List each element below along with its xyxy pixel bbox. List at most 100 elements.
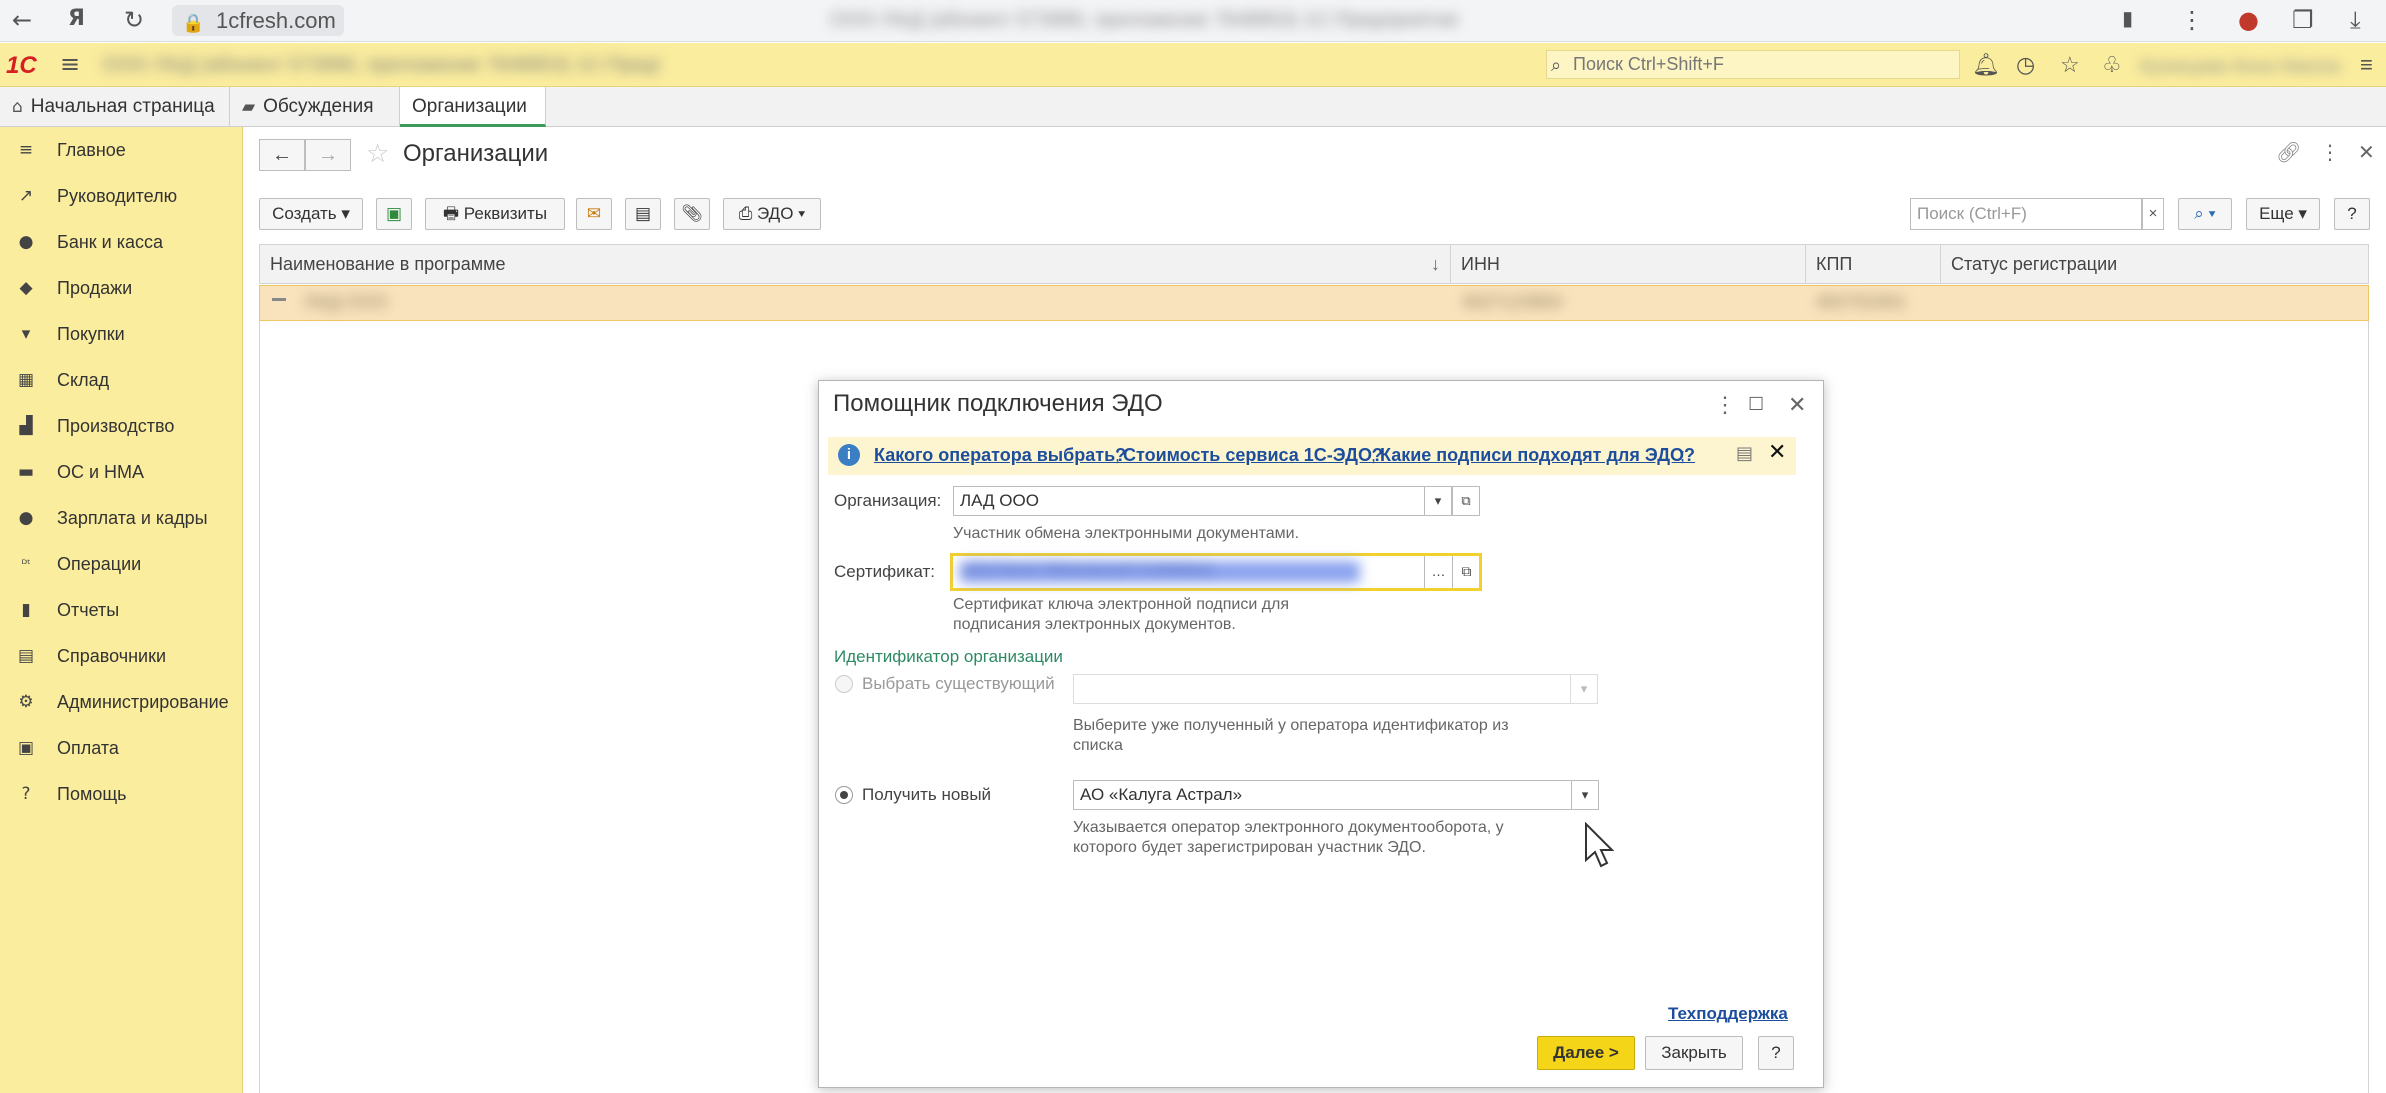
attach-button[interactable]: 📎︎ — [674, 198, 710, 230]
cert-select-icon[interactable]: … — [1424, 556, 1452, 588]
radio-new[interactable] — [835, 786, 853, 804]
email-button[interactable]: ✉ — [576, 198, 612, 230]
bell-icon[interactable]: 🔔︎ — [1972, 52, 2000, 78]
list-icon[interactable]: ▤ — [1736, 443, 1753, 464]
collections-icon[interactable]: ❐ — [2292, 6, 2314, 34]
cert-label: Сертификат: — [834, 562, 935, 581]
address-bar[interactable]: 🔒 1cfresh.com — [172, 5, 344, 36]
sidebar-item-warehouse[interactable]: ▦ Склад — [0, 361, 243, 399]
history-icon[interactable]: ◷ — [2016, 52, 2035, 78]
back-arrow-icon[interactable]: ← — [12, 6, 32, 34]
envelope-icon: ✉ — [586, 204, 602, 223]
org-select[interactable]: ЛАД ООО — [953, 486, 1425, 516]
sidebar-item-production[interactable]: ▟ Производство — [0, 407, 243, 445]
table-search-input[interactable]: Поиск (Ctrl+F) — [1910, 198, 2142, 230]
book-icon: ▤ — [17, 646, 35, 666]
sidebar-item-purchases[interactable]: ▾ Покупки — [0, 315, 243, 353]
table-row[interactable]: ЛАД ООО 4027123954 402701001 — [259, 285, 2369, 321]
sidebar-item-reports[interactable]: ▮ Отчеты — [0, 591, 243, 629]
tab-discussions[interactable]: ▰ Обсуждения — [230, 87, 400, 127]
list-button[interactable]: ▤ — [625, 198, 661, 230]
close-button[interactable]: Закрыть — [1645, 1036, 1743, 1070]
close-icon[interactable]: ✕ — [2358, 140, 2375, 164]
org-label: Организация: — [834, 491, 942, 510]
sidebar-item-assets[interactable]: ▬ ОС и НМА — [0, 453, 243, 491]
window-title: ООО ЛАД (абонент 573990, приложение 7648… — [830, 9, 1459, 31]
reload-icon[interactable]: ↻ — [124, 6, 144, 34]
chat-icon: ▰ — [242, 97, 256, 117]
download-icon[interactable]: ⤓ — [2350, 6, 2361, 34]
dialog-more-icon[interactable]: ⋮ — [1714, 392, 1736, 418]
org-open-icon[interactable]: ⧉ — [1452, 486, 1480, 516]
dialog-help-button[interactable]: ? — [1758, 1036, 1794, 1070]
more-vertical-icon[interactable]: ⋮ — [2320, 140, 2340, 164]
add-copy-button[interactable]: ▣ — [376, 198, 412, 230]
menu-icon: ≡ — [18, 140, 34, 160]
bookmark-icon[interactable]: ▮ — [2122, 6, 2133, 30]
favorite-star-icon[interactable]: ☆ — [366, 138, 389, 169]
row-icon — [272, 298, 286, 304]
operator-dropdown-icon[interactable]: ▾ — [1571, 780, 1599, 810]
next-button[interactable]: Далее > — [1537, 1036, 1635, 1070]
row-kpp: 402701001 — [1816, 292, 1907, 312]
sidebar-item-operations[interactable]: ᴰᵗ Операции — [0, 545, 243, 583]
column-name[interactable]: Наименование в программе ↓ — [260, 244, 1450, 284]
dialog-close-icon[interactable]: ✕ — [1788, 392, 1806, 418]
sidebar-item-admin[interactable]: ⚙ Администрирование — [0, 683, 243, 721]
sidebar-item-salary[interactable]: ● Зарплата и кадры — [0, 499, 243, 537]
more-vertical-icon[interactable]: ⋮ — [2180, 6, 2204, 34]
support-link[interactable]: Техподдержка — [1668, 1004, 1788, 1024]
sidebar-item-catalogs[interactable]: ▤ Справочники — [0, 637, 243, 675]
favorites-star-icon[interactable]: ☆ — [2060, 52, 2080, 78]
current-user[interactable]: Кузнецова Анна Николаевна — [2140, 56, 2340, 76]
forward-button[interactable]: → — [305, 139, 351, 171]
link-icon[interactable]: 🔗︎ — [2276, 140, 2301, 164]
requisites-button[interactable]: 🖶︎ Реквизиты — [425, 198, 565, 230]
help-button[interactable]: ? — [2334, 198, 2370, 230]
settings-menu-icon[interactable]: ≡ — [2360, 52, 2373, 78]
column-inn[interactable]: ИНН — [1450, 244, 1805, 284]
sidebar-item-main[interactable]: ≡ Главное — [0, 131, 243, 169]
search-button[interactable]: ⌕ ▾ — [2178, 198, 2232, 230]
address-url: 1cfresh.com — [216, 8, 336, 33]
column-status[interactable]: Статус регистрации — [1940, 244, 2368, 284]
extension-icon[interactable]: ● — [2238, 6, 2259, 34]
create-button[interactable]: Создать ▾ — [259, 198, 363, 230]
mouse-cursor-icon — [1585, 822, 1614, 868]
dtkt-icon: ᴰᵗ — [21, 557, 31, 571]
close-info-icon[interactable]: ✕ — [1768, 440, 1786, 465]
yandex-icon[interactable]: Я — [68, 6, 85, 31]
cart-icon: ▾ — [21, 324, 31, 344]
back-button[interactable]: ← — [259, 139, 305, 171]
users-icon[interactable]: ♧ — [2102, 52, 2122, 78]
tab-organizations[interactable]: Организации × — [400, 87, 546, 157]
global-search-input[interactable]: ⌕ Поиск Ctrl+Shift+F — [1546, 50, 1960, 79]
cert-value: a3f1f7be2c7f9b4cde1af77c5f9f3b4c — [960, 561, 1360, 583]
sidebar-item-bank[interactable]: ● Банк и касса — [0, 223, 243, 261]
link-which-operator[interactable]: Какого оператора выбрать? — [874, 445, 1126, 466]
main-menu-icon[interactable]: ≡ — [60, 50, 80, 78]
sidebar-item-manager[interactable]: ↗ Руководителю — [0, 177, 243, 215]
cert-open-icon[interactable]: ⧉ — [1452, 556, 1480, 588]
sidebar-item-payment[interactable]: ▣ Оплата — [0, 729, 243, 767]
org-dropdown-icon[interactable]: ▾ — [1424, 486, 1452, 516]
maximize-icon[interactable]: ☐ — [1748, 394, 1764, 415]
tab-home[interactable]: ⌂ Начальная страница — [0, 87, 230, 127]
info-icon: i — [838, 444, 860, 466]
link-which-signatures[interactable]: Какие подписи подходят для ЭДО? — [1380, 445, 1695, 466]
more-button[interactable]: Еще ▾ — [2246, 198, 2320, 230]
existing-dropdown-icon[interactable]: ▾ — [1570, 674, 1598, 704]
link-service-cost[interactable]: Стоимость сервиса 1С-ЭДО? — [1123, 445, 1383, 466]
operator-select[interactable]: АО «Калуга Астрал» — [1073, 780, 1575, 810]
clear-search-icon[interactable]: × — [2142, 198, 2164, 230]
radio-existing[interactable] — [835, 675, 853, 693]
existing-id-select[interactable] — [1073, 674, 1579, 704]
sidebar-item-help[interactable]: ? Помощь — [0, 775, 243, 813]
search-icon: ⌕ — [1551, 55, 1562, 76]
edo-button[interactable]: ⎙ ЭДО ▾ — [723, 198, 821, 230]
home-icon: ⌂ — [12, 97, 23, 117]
cert-hint: Сертификат ключа электронной подписи для… — [953, 596, 1290, 633]
column-kpp[interactable]: КПП — [1805, 244, 1940, 284]
sidebar-item-sales[interactable]: ◆ Продажи — [0, 269, 243, 307]
printer-icon: 🖶︎ — [442, 204, 464, 223]
